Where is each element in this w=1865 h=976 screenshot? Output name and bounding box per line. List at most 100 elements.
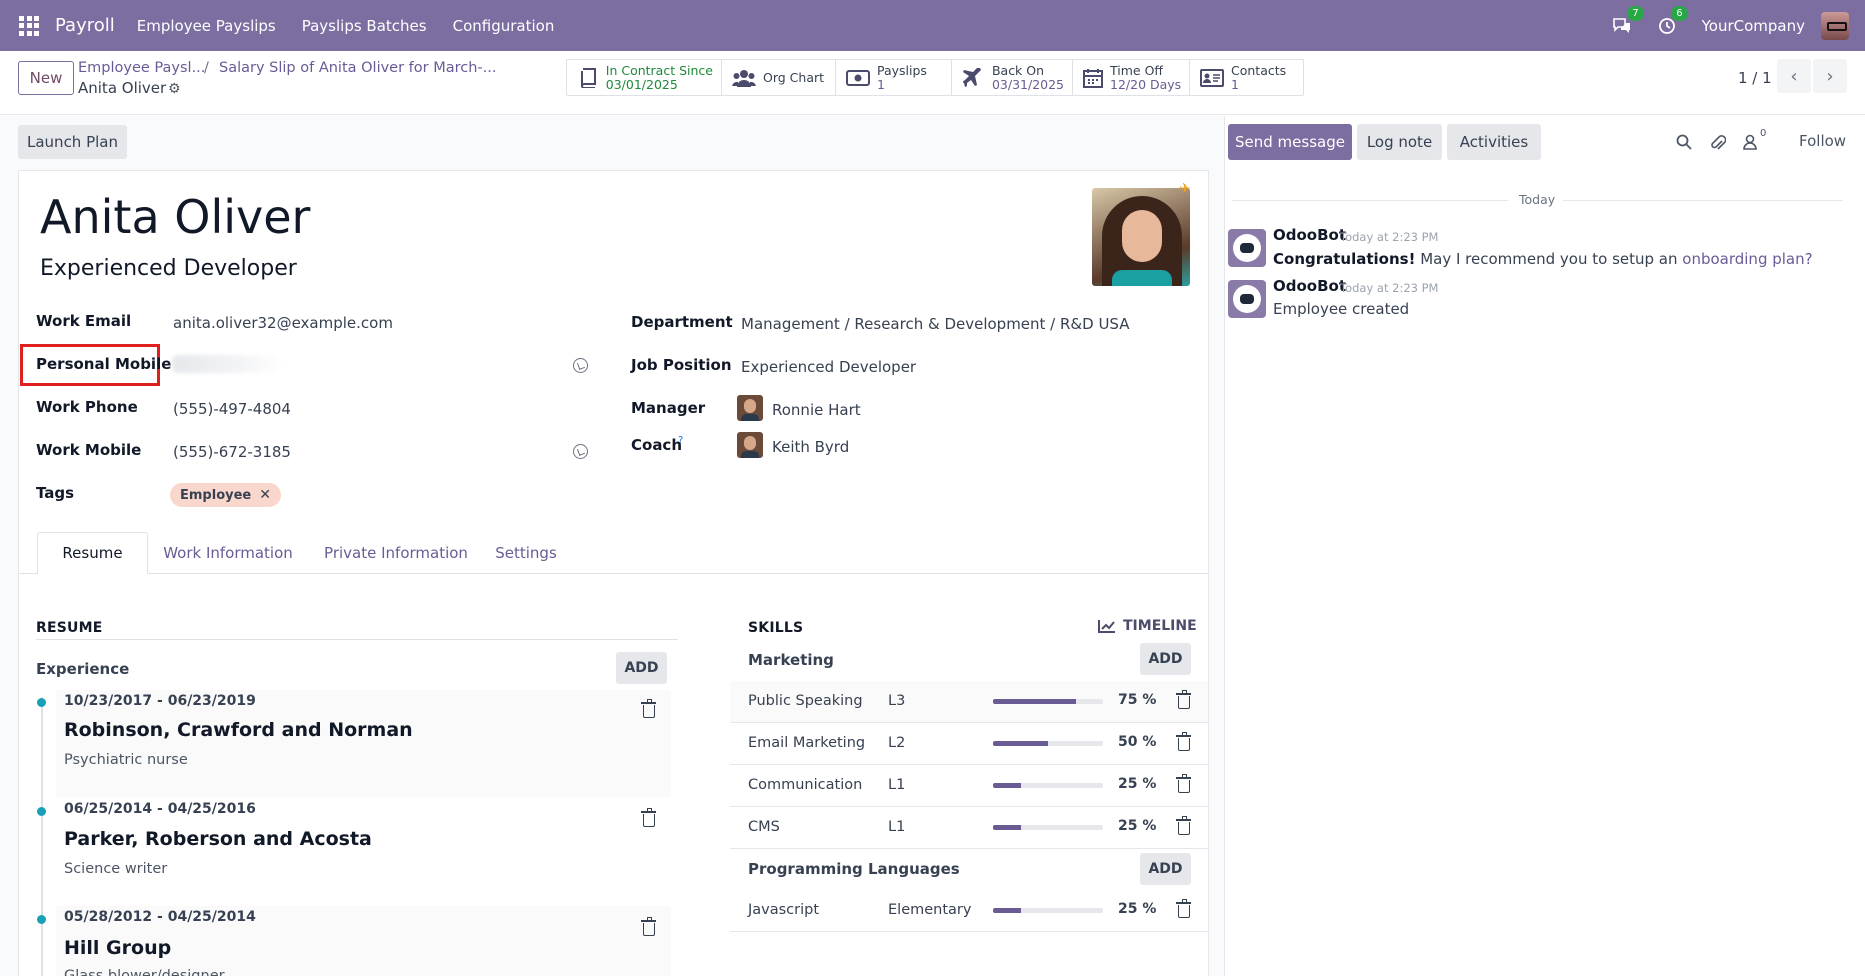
work-mobile-field[interactable]: (555)-672-3185 [173, 443, 291, 461]
message-timestamp: Today at 2:23 PM [1340, 281, 1439, 295]
paperclip-icon[interactable] [1710, 134, 1727, 156]
divider [1563, 200, 1843, 201]
org-chart-smart-button[interactable]: Org Chart [722, 60, 836, 95]
calendar-icon [1083, 68, 1103, 88]
breadcrumb-salary-slip[interactable]: Salary Slip of Anita Oliver for March-..… [219, 60, 496, 76]
skill-level: L3 [888, 693, 906, 709]
resume-entry-company: Parker, Roberson and Acosta [64, 828, 372, 850]
tab-work-information[interactable]: Work Information [146, 532, 310, 574]
add-experience-button[interactable]: ADD [616, 652, 667, 684]
tab-resume[interactable]: Resume [37, 532, 148, 574]
skill-progress-bar [993, 825, 1103, 830]
message-body: Congratulations! May I recommend you to … [1273, 250, 1813, 268]
work-phone-field[interactable]: (555)-497-4804 [173, 400, 291, 418]
onboarding-plan-link[interactable]: onboarding plan? [1682, 250, 1812, 268]
employee-name[interactable]: Anita Oliver [40, 190, 310, 244]
whatsapp-icon[interactable] [573, 358, 588, 373]
company-switcher[interactable]: YourCompany [1702, 17, 1805, 35]
whatsapp-icon[interactable] [573, 444, 588, 459]
activities-button[interactable]: Activities [1447, 124, 1541, 160]
trash-icon[interactable] [641, 917, 656, 936]
skill-percent: 25 % [1118, 776, 1157, 792]
work-email-field[interactable]: anita.oliver32@example.com [173, 314, 393, 332]
log-note-button[interactable]: Log note [1357, 124, 1442, 160]
skill-percent: 50 % [1118, 734, 1157, 750]
skill-progress-bar [993, 908, 1103, 913]
tag-label: Employee [180, 487, 252, 503]
menu-payslips-batches[interactable]: Payslips Batches [302, 17, 427, 35]
divider [36, 639, 678, 640]
skill-row[interactable]: Javascript Elementary 25 % [730, 890, 1208, 932]
trash-icon[interactable] [1176, 732, 1191, 751]
manager-avatar [737, 395, 763, 421]
skill-row[interactable]: Email Marketing L2 50 % [730, 723, 1208, 765]
employee-job-title[interactable]: Experienced Developer [40, 256, 297, 281]
coach-field[interactable]: Keith Byrd [772, 438, 849, 456]
timeline-dot [37, 807, 46, 816]
add-skill-button[interactable]: ADD [1140, 643, 1191, 675]
help-tooltip-icon[interactable]: ? [678, 435, 683, 446]
skill-level: L1 [888, 819, 906, 835]
trash-icon[interactable] [1176, 816, 1191, 835]
app-brand[interactable]: Payroll [55, 15, 115, 36]
skill-row[interactable]: Public Speaking L3 75 % [730, 681, 1208, 723]
tag-employee[interactable]: Employee ✕ [170, 483, 281, 507]
timeline-button[interactable]: TIMELINE [1098, 618, 1197, 634]
apps-menu-icon[interactable] [19, 15, 39, 36]
tab-settings[interactable]: Settings [481, 532, 571, 574]
time-off-smart-button[interactable]: Time Off 12/20 Days [1073, 60, 1190, 95]
pager-next-button[interactable]: › [1813, 59, 1847, 93]
skill-percent: 25 % [1118, 901, 1157, 917]
skill-level: L2 [888, 735, 906, 751]
pager-previous-button[interactable]: ‹ [1777, 59, 1811, 93]
resume-entry-role: Glass blower/designer [64, 968, 225, 976]
pager-value[interactable]: 1 / 1 [1738, 69, 1772, 87]
job-position-field[interactable]: Experienced Developer [741, 358, 916, 376]
contacts-smart-button[interactable]: Contacts 1 [1190, 60, 1303, 95]
resume-entry-role: Psychiatric nurse [64, 752, 188, 768]
breadcrumb-separator: / [204, 60, 209, 76]
trash-icon[interactable] [641, 808, 656, 827]
back-on-smart-button[interactable]: Back On 03/31/2025 [952, 60, 1073, 95]
manager-field[interactable]: Ronnie Hart [772, 401, 861, 419]
follow-button[interactable]: Follow [1799, 132, 1846, 150]
search-icon[interactable] [1676, 134, 1692, 154]
trash-icon[interactable] [1176, 690, 1191, 709]
new-button[interactable]: New [18, 61, 74, 95]
remove-tag-icon[interactable]: ✕ [259, 487, 271, 503]
timeline-dot [37, 915, 46, 924]
skill-name: Communication [748, 777, 863, 793]
tab-private-information[interactable]: Private Information [308, 532, 484, 574]
message-author[interactable]: OdooBot [1273, 226, 1346, 244]
activities-button[interactable]: 6 [1658, 5, 1688, 35]
launch-plan-button[interactable]: Launch Plan [18, 125, 127, 159]
timeline-dot [37, 698, 46, 707]
skill-level: L1 [888, 777, 906, 793]
trash-icon[interactable] [1176, 774, 1191, 793]
contract-smart-button[interactable]: In Contract Since 03/01/2025 [567, 60, 722, 95]
messaging-button[interactable]: 7 [1612, 5, 1644, 35]
skills-section-title: SKILLS [748, 620, 804, 636]
personal-mobile-field[interactable] [172, 355, 284, 373]
book-icon [577, 67, 599, 89]
skill-row[interactable]: Communication L1 25 % [730, 765, 1208, 807]
skill-progress-bar [993, 699, 1103, 704]
message-author[interactable]: OdooBot [1273, 277, 1346, 295]
breadcrumb-payslips[interactable]: Employee Paysl... [78, 60, 205, 76]
trash-icon[interactable] [641, 699, 656, 718]
user-icon [1743, 134, 1757, 150]
menu-configuration[interactable]: Configuration [453, 17, 555, 35]
resume-section-title: RESUME [36, 620, 103, 636]
skill-row[interactable]: CMS L1 25 % [730, 807, 1208, 849]
add-skill-button[interactable]: ADD [1140, 853, 1191, 885]
employee-photo[interactable] [1092, 188, 1190, 286]
send-message-button[interactable]: Send message [1228, 124, 1352, 160]
payslips-smart-button[interactable]: Payslips 1 [836, 60, 952, 95]
trash-icon[interactable] [1176, 899, 1191, 918]
gear-icon[interactable]: ⚙ [168, 81, 181, 97]
followers-button[interactable]: 0 [1743, 128, 1766, 154]
user-avatar[interactable] [1821, 11, 1849, 40]
menu-employee-payslips[interactable]: Employee Payslips [137, 17, 276, 35]
coach-label: Coach [631, 436, 683, 454]
department-field[interactable]: Management / Research & Development / R&… [741, 315, 1129, 333]
